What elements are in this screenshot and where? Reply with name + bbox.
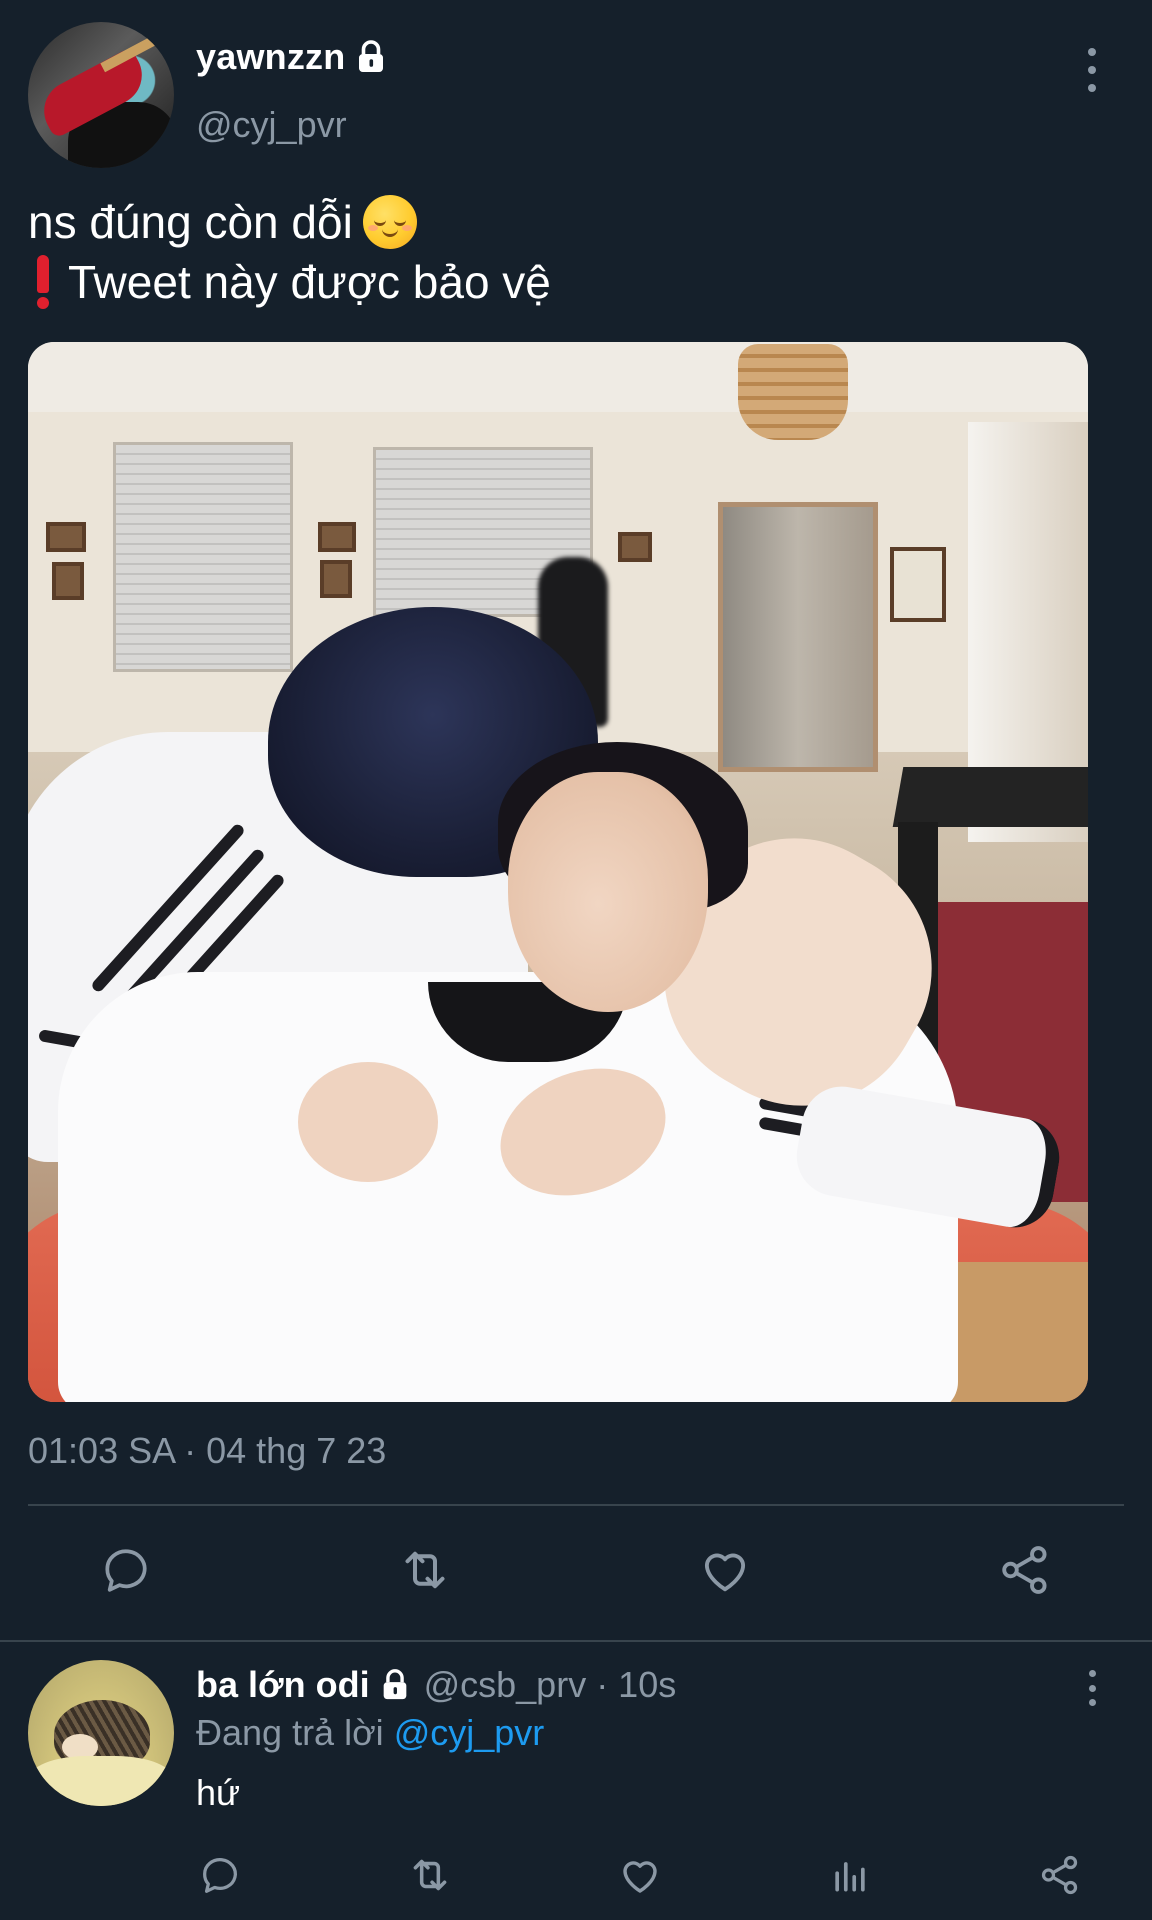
- lock-icon: [383, 1669, 406, 1700]
- reply-author-avatar[interactable]: [28, 1660, 174, 1806]
- exclamation-icon: [28, 255, 58, 309]
- replying-mention[interactable]: @cyj_pvr: [394, 1712, 545, 1753]
- replying-prefix: Đang trả lời: [196, 1712, 384, 1753]
- tweet-text-line1: ns đúng còn dỗi: [28, 196, 353, 248]
- like-icon[interactable]: [610, 1845, 670, 1905]
- reply-icon[interactable]: [96, 1540, 156, 1600]
- lock-icon: [359, 40, 384, 72]
- author-handle[interactable]: @cyj_pvr: [196, 104, 347, 146]
- like-icon[interactable]: [695, 1540, 755, 1600]
- replying-to-line: Đang trả lời @cyj_pvr: [196, 1712, 544, 1754]
- relieved-face-emoji: [362, 195, 417, 249]
- reply-text: hứ: [196, 1772, 241, 1813]
- tweet-photo[interactable]: [28, 342, 1088, 1402]
- retweet-icon[interactable]: [400, 1845, 460, 1905]
- share-icon[interactable]: [995, 1540, 1055, 1600]
- reply-action-bar: [0, 1845, 1152, 1905]
- retweet-icon[interactable]: [395, 1540, 455, 1600]
- author-display-name[interactable]: yawnzzn: [196, 36, 345, 78]
- tweet-detail-page: yawnzzn @cyj_pvr ns đúng còn dỗi Tweet n…: [0, 0, 1152, 1920]
- divider: [28, 1504, 1124, 1506]
- tweet-timestamp[interactable]: 01:03 SA · 04 thg 7 23: [28, 1430, 386, 1472]
- reply-display-name[interactable]: ba lớn odi: [196, 1664, 370, 1706]
- analytics-icon[interactable]: [820, 1845, 880, 1905]
- author-name-row[interactable]: yawnzzn: [196, 36, 389, 78]
- tweet-text-line2: Tweet này được bảo vệ: [68, 256, 551, 308]
- tweet-text: ns đúng còn dỗi Tweet này được bảo vệ: [28, 192, 1108, 312]
- share-icon[interactable]: [1030, 1845, 1090, 1905]
- divider: [0, 1640, 1152, 1642]
- reply-header: ba lớn odi @csb_prv · 10s: [196, 1664, 676, 1706]
- more-icon[interactable]: [1082, 1670, 1102, 1706]
- author-avatar[interactable]: [28, 22, 174, 168]
- tweet-action-bar: [0, 1540, 1152, 1610]
- more-icon[interactable]: [1082, 48, 1102, 92]
- reply-handle-time[interactable]: @csb_prv · 10s: [424, 1664, 677, 1706]
- reply-icon[interactable]: [190, 1845, 250, 1905]
